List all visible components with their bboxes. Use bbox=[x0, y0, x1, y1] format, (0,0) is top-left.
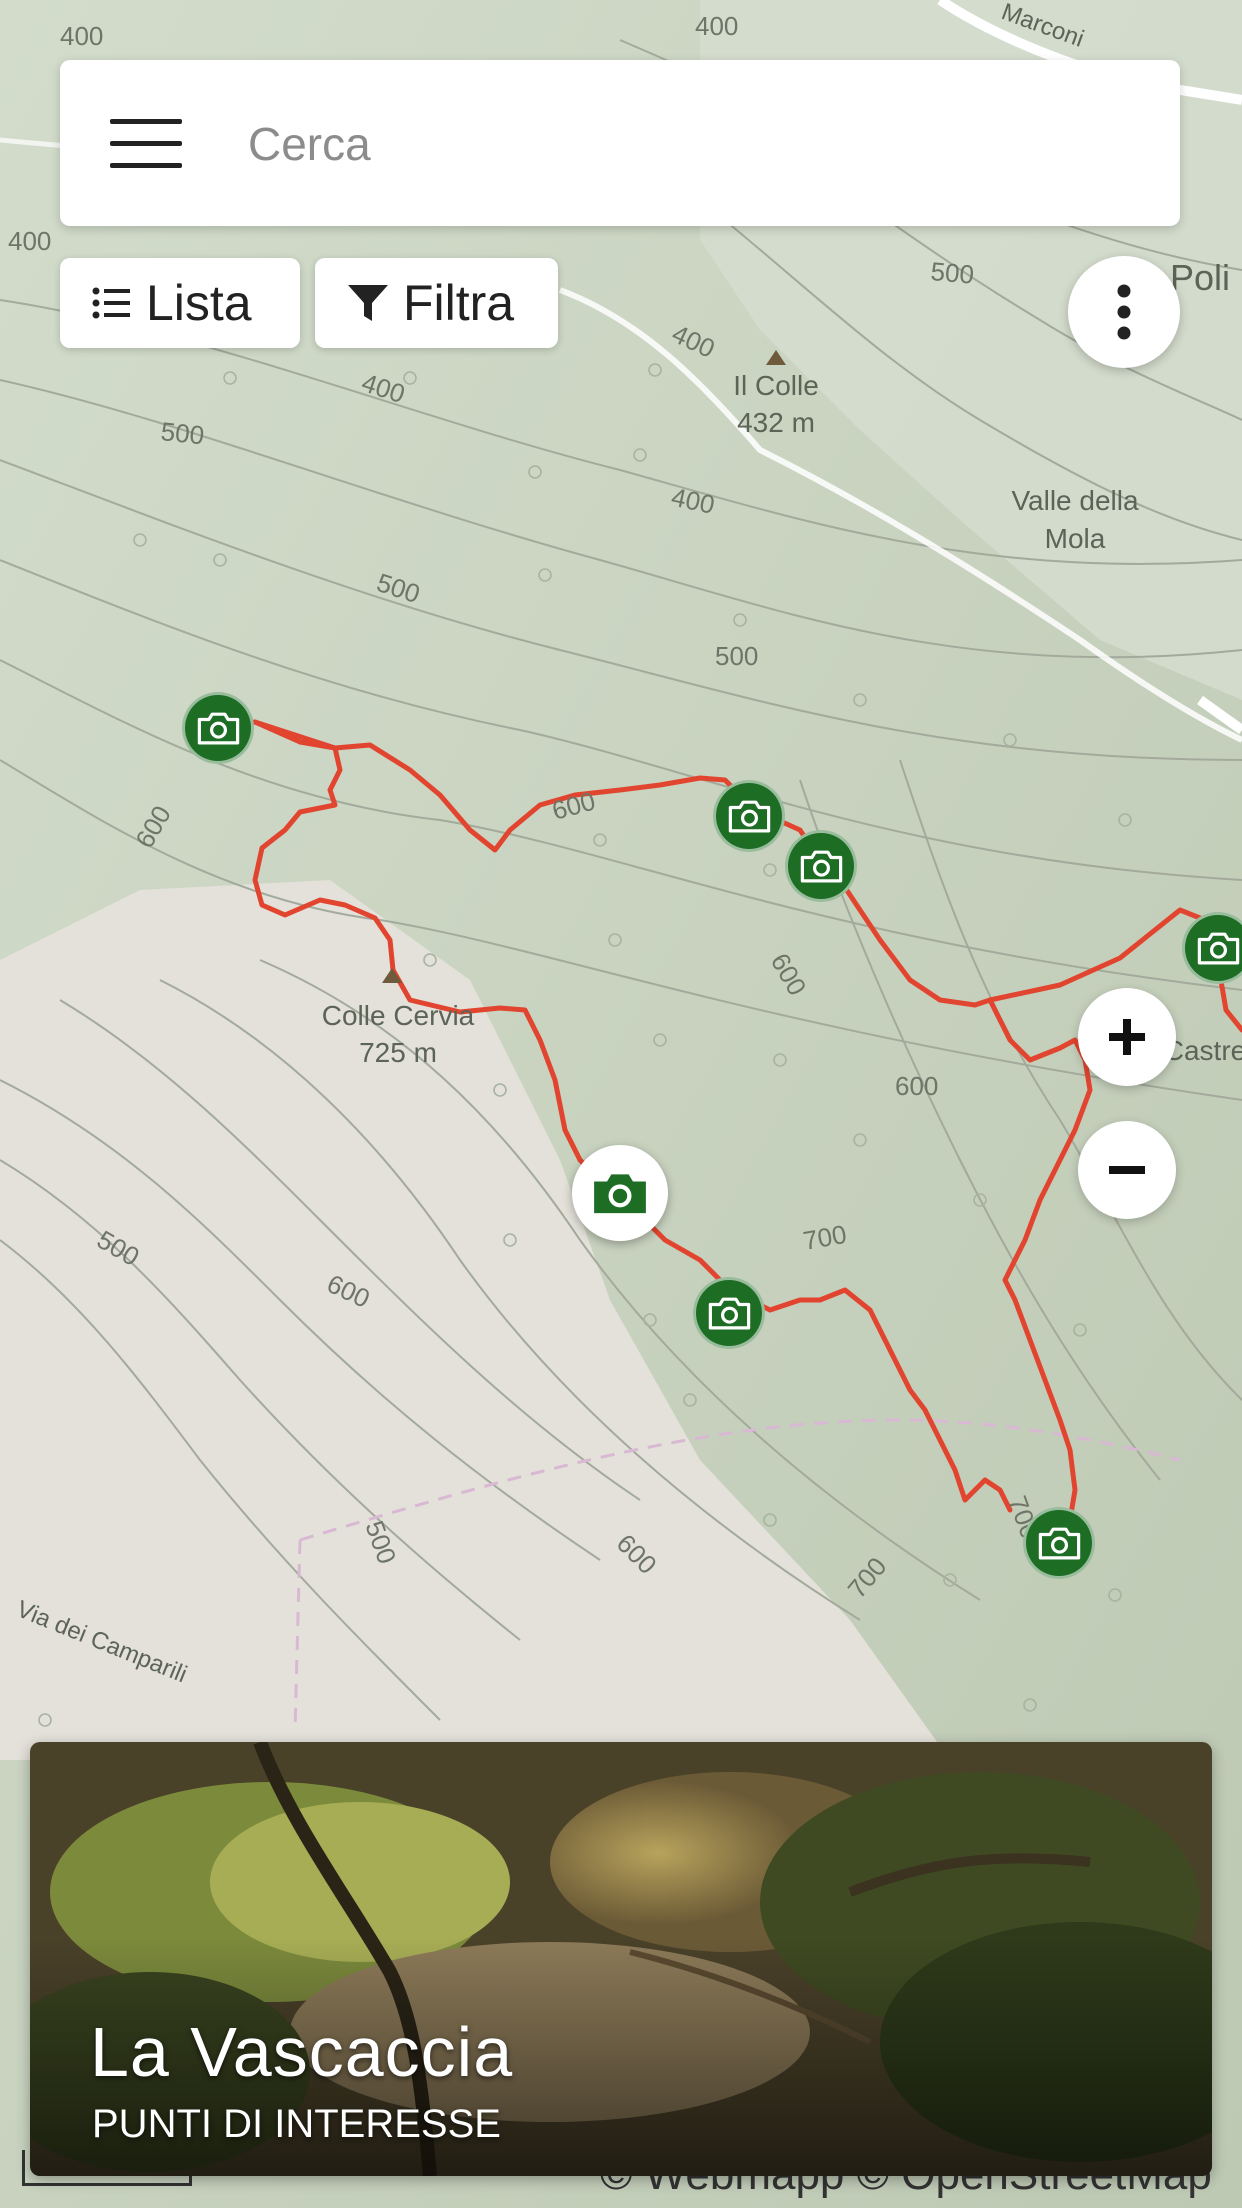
contour-label: 600 bbox=[322, 1268, 374, 1314]
camera-icon bbox=[594, 1174, 646, 1214]
contour-label: 500 bbox=[359, 1517, 402, 1568]
contour-label: 400 bbox=[358, 367, 409, 409]
search-bar bbox=[60, 60, 1180, 226]
contour-label: 600 bbox=[549, 786, 599, 826]
contour-label: 600 bbox=[129, 800, 177, 853]
contour-label: 700 bbox=[842, 1551, 893, 1604]
contour-label: 600 bbox=[895, 1071, 938, 1101]
contour-label: 500 bbox=[159, 416, 205, 450]
filter-label: Filtra bbox=[403, 275, 515, 331]
filter-icon bbox=[347, 283, 389, 323]
contour-label: 500 bbox=[373, 567, 424, 609]
camera-icon bbox=[800, 850, 842, 883]
contour-label: 500 bbox=[92, 1224, 145, 1272]
camera-icon bbox=[1197, 932, 1239, 965]
menu-button[interactable] bbox=[98, 110, 194, 176]
peak-name: Colle Cervia bbox=[322, 1000, 475, 1031]
camera-icon bbox=[197, 712, 239, 745]
more-vertical-icon bbox=[1117, 284, 1131, 340]
list-label: Lista bbox=[146, 275, 252, 331]
poi-marker[interactable] bbox=[785, 830, 857, 902]
zoom-out-button[interactable] bbox=[1078, 1121, 1176, 1219]
contour-label: 600 bbox=[611, 1528, 663, 1580]
contour-label: 700 bbox=[801, 1219, 849, 1256]
camera-icon bbox=[1038, 1527, 1080, 1560]
poi-preview-card[interactable]: La Vascaccia PUNTI DI INTERESSE bbox=[30, 1742, 1212, 2176]
list-button[interactable]: Lista bbox=[60, 258, 300, 348]
contour-label: 400 bbox=[669, 482, 718, 520]
peak-name: Il Colle bbox=[733, 370, 819, 401]
place-label: Poli bbox=[1170, 257, 1230, 298]
peak-elevation: 432 m bbox=[737, 407, 815, 438]
peak-elevation: 725 m bbox=[359, 1037, 437, 1068]
filter-button[interactable]: Filtra bbox=[315, 258, 558, 348]
poi-category: PUNTI DI INTERESSE bbox=[92, 2102, 501, 2146]
contour-label: 400 bbox=[8, 226, 51, 256]
place-label: Mola bbox=[1045, 523, 1106, 554]
contour-label: 400 bbox=[60, 21, 103, 51]
hamburger-menu-icon bbox=[110, 118, 182, 124]
more-options-button[interactable] bbox=[1068, 256, 1180, 368]
poi-title: La Vascaccia bbox=[90, 2013, 514, 2091]
road-label: Via dei Camparili bbox=[13, 1596, 191, 1689]
poi-marker[interactable] bbox=[1023, 1507, 1095, 1579]
poi-marker[interactable] bbox=[713, 780, 785, 852]
plus-icon bbox=[1109, 1019, 1145, 1055]
poi-marker[interactable] bbox=[572, 1145, 668, 1241]
poi-marker[interactable] bbox=[693, 1277, 765, 1349]
search-input[interactable] bbox=[246, 100, 1130, 188]
camera-icon bbox=[708, 1297, 750, 1330]
list-icon bbox=[92, 286, 132, 320]
contour-label: 500 bbox=[715, 641, 758, 671]
road-label: Marconi bbox=[998, 0, 1087, 53]
contour-label: 400 bbox=[667, 318, 719, 364]
zoom-in-button[interactable] bbox=[1078, 988, 1176, 1086]
camera-icon bbox=[728, 800, 770, 833]
contour-label: 400 bbox=[695, 11, 738, 41]
poi-marker[interactable] bbox=[182, 692, 254, 764]
contour-label: 500 bbox=[929, 256, 975, 290]
contour-label: 600 bbox=[765, 948, 813, 1001]
minus-icon bbox=[1109, 1166, 1145, 1174]
place-label: Valle della bbox=[1011, 485, 1139, 516]
